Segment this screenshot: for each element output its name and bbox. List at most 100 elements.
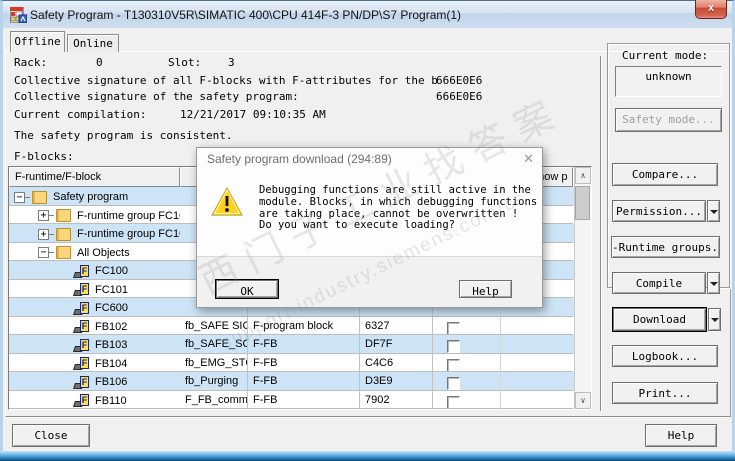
- download-dropdown-icon[interactable]: [708, 308, 721, 331]
- f-block-icon: F: [73, 264, 89, 278]
- know-how-protection-checkbox[interactable]: [447, 340, 460, 353]
- know-how-protection-checkbox[interactable]: [447, 358, 460, 372]
- warning-icon: [211, 187, 243, 216]
- know-how-protection-checkbox[interactable]: [447, 395, 460, 409]
- f-blocks-label: F-blocks:: [14, 150, 74, 163]
- tree-connector: [25, 196, 30, 198]
- block-name: FB104: [95, 357, 128, 370]
- symbolic-name: fb_SAFE SIG...: [180, 316, 248, 335]
- rack-label: Rack:: [14, 56, 48, 69]
- slot-value: 3: [228, 56, 235, 69]
- tree-connector: [49, 252, 54, 254]
- f-block-icon: F: [73, 357, 89, 371]
- dialog-title: Safety program download (294:89): [207, 152, 392, 166]
- compile-button[interactable]: Compile: [612, 272, 706, 294]
- function-in-safety-program: F-FB: [248, 372, 360, 391]
- footer-separator: [6, 416, 730, 418]
- block-name: FB103: [95, 339, 128, 352]
- signature-all-value: 666E0E6: [436, 74, 483, 87]
- vertical-scrollbar[interactable]: ∧ ∨: [574, 167, 591, 409]
- table-row[interactable]: F FB110 F_FB_commonF-FB7902: [9, 390, 574, 409]
- dialog-close-icon[interactable]: ✕: [523, 151, 534, 167]
- extra-cell: [501, 391, 573, 409]
- signature: DF7F: [360, 335, 433, 354]
- tab-online[interactable]: Online: [67, 34, 119, 52]
- signature-program-label: Collective signature of the safety progr…: [14, 90, 299, 103]
- block-name: FB106: [95, 376, 128, 389]
- compile-dropdown-icon[interactable]: [707, 272, 720, 294]
- symbolic-name: F_FB_common: [180, 390, 248, 409]
- print-button[interactable]: Print...: [612, 382, 718, 404]
- signature-all-label: Collective signature of all F-blocks wit…: [14, 74, 438, 87]
- dialog-ok-button[interactable]: OK: [216, 280, 278, 298]
- download-warning-dialog: Safety program download (294:89) ✕ Debug…: [196, 147, 543, 308]
- compilation-label: Current compilation:: [14, 108, 147, 121]
- rack-value: 0: [96, 56, 103, 69]
- block-name: Safety program: [53, 191, 129, 204]
- signature: 6327: [360, 316, 433, 335]
- app-icon: [10, 7, 27, 23]
- window-title: Safety Program - T130310V5R\SIMATIC 400\…: [30, 8, 462, 22]
- scroll-up-button[interactable]: ∧: [575, 167, 591, 184]
- signature: D3E9: [360, 372, 433, 391]
- table-row[interactable]: F FB106 fb_Purging F-FB D3E9: [9, 372, 574, 391]
- download-button[interactable]: Download: [613, 308, 706, 331]
- block-name: All Objects: [77, 246, 130, 259]
- permission-button[interactable]: Permission...: [612, 200, 706, 222]
- folder-icon: [56, 246, 71, 260]
- expand-icon[interactable]: +: [38, 210, 49, 222]
- know-how-protection-cell: [433, 372, 501, 391]
- compare-button[interactable]: Compare...: [612, 163, 718, 186]
- title-bar: Safety Program - T130310V5R\SIMATIC 400\…: [0, 0, 735, 28]
- safety-mode-button[interactable]: Safety mode...: [615, 108, 722, 132]
- panel-separator: [600, 56, 602, 411]
- column-header-1[interactable]: F-runtime/F-block: [9, 167, 180, 187]
- know-how-protection-cell: [433, 353, 501, 372]
- safety-program-window: Safety Program - T130310V5R\SIMATIC 400\…: [0, 0, 735, 461]
- function-in-safety-program: F-FB: [248, 353, 360, 372]
- signature-program-value: 666E0E6: [436, 90, 483, 103]
- table-row[interactable]: F FB102 fb_SAFE SIG...F-program block6327: [9, 316, 574, 335]
- signature: C4C6: [360, 353, 433, 372]
- tab-offline[interactable]: Offline: [10, 31, 65, 52]
- table-row[interactable]: F FB104 fb_EMG_STOPF-FBC4C6: [9, 353, 574, 372]
- know-how-protection-checkbox[interactable]: [447, 321, 460, 335]
- block-name: F-runtime group FC101: [77, 228, 180, 241]
- collapse-icon[interactable]: −: [14, 191, 25, 203]
- symbolic-name: fb_SAFE_SC: [180, 335, 248, 354]
- block-name: FC600: [95, 302, 129, 315]
- block-name: FC101: [95, 283, 129, 296]
- help-button[interactable]: Help: [645, 424, 717, 447]
- symbolic-name: fb_Purging: [180, 372, 248, 391]
- extra-cell: [501, 335, 573, 354]
- logbook-button[interactable]: Logbook...: [612, 345, 718, 367]
- expand-icon[interactable]: +: [38, 228, 49, 240]
- f-block-icon: F: [73, 320, 89, 334]
- window-frame: [0, 451, 735, 461]
- scroll-thumb[interactable]: [575, 186, 590, 220]
- collapse-icon[interactable]: −: [38, 247, 49, 259]
- table-row[interactable]: F FB103 fb_SAFE_SC F-FB DF7F: [9, 335, 574, 354]
- dialog-message: Debugging functions are still active in …: [259, 184, 538, 232]
- f-block-icon: F: [73, 283, 89, 297]
- slot-label: Slot:: [168, 56, 202, 69]
- scroll-track[interactable]: [575, 184, 591, 392]
- function-in-safety-program: F-FB: [248, 390, 360, 409]
- runtime-groups-button[interactable]: -Runtime groups..: [611, 236, 720, 258]
- dialog-help-button[interactable]: Help: [459, 280, 512, 298]
- tree-connector: [49, 215, 54, 217]
- close-button[interactable]: Close: [12, 424, 90, 447]
- block-name: FC100: [95, 265, 129, 278]
- know-how-protection-cell: [433, 335, 501, 354]
- know-how-protection-cell: [433, 316, 501, 335]
- block-name: FB102: [95, 320, 128, 333]
- consistency-status: The safety program is consistent.: [14, 129, 233, 142]
- folder-icon: [56, 209, 71, 223]
- know-how-protection-checkbox[interactable]: [447, 377, 460, 390]
- scroll-down-button[interactable]: ∨: [575, 392, 591, 409]
- window-close-button[interactable]: x: [695, 0, 727, 19]
- compilation-value: 12/21/2017 09:10:35 AM: [180, 108, 326, 121]
- folder-icon: [56, 227, 71, 241]
- permission-dropdown-icon[interactable]: [707, 200, 720, 222]
- current-mode-label: Current mode:: [622, 49, 709, 62]
